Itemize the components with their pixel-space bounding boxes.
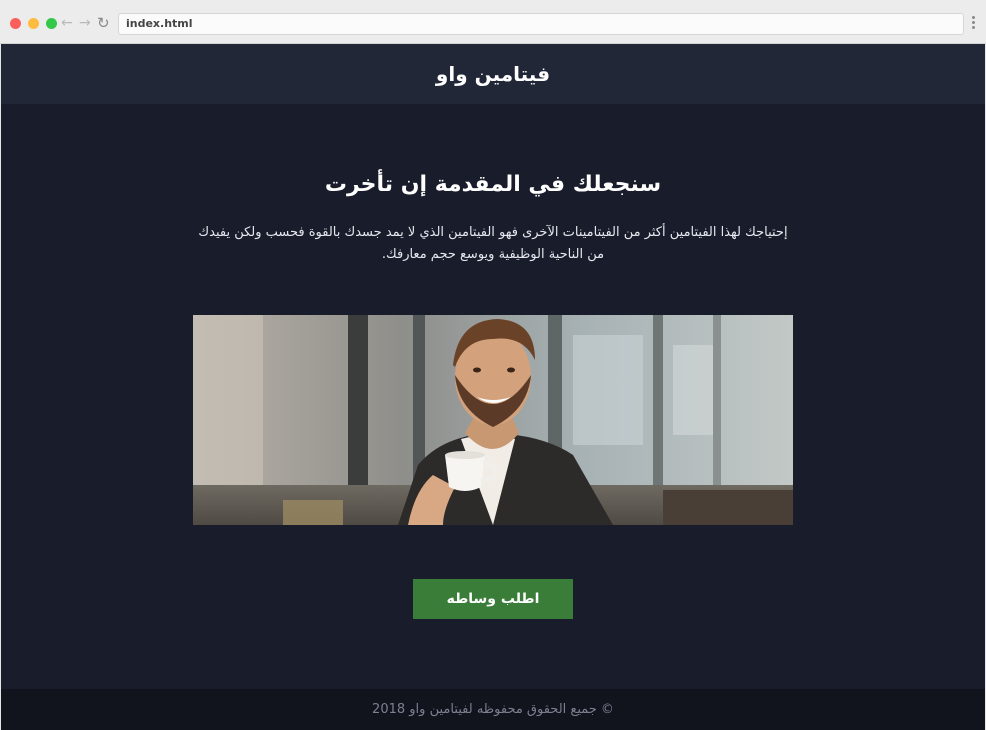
- minimize-window-button[interactable]: [28, 18, 39, 29]
- hero-headline: سنجعلك في المقدمة إن تأخرت: [324, 172, 662, 197]
- browser-chrome: ← → ↻ index.html: [0, 0, 986, 44]
- forward-arrow-icon[interactable]: →: [79, 13, 91, 33]
- address-bar[interactable]: index.html: [118, 13, 964, 35]
- hero-description: إحتياجك لهذا الفيتامين أكثر من الفيتامين…: [198, 225, 788, 262]
- hero-photo: [193, 315, 793, 525]
- back-arrow-icon[interactable]: ←: [61, 13, 73, 33]
- site-title: فيتامين واو: [435, 62, 551, 86]
- reload-icon[interactable]: ↻: [97, 13, 110, 33]
- businessman-with-coffee-image: [193, 315, 793, 525]
- maximize-window-button[interactable]: [46, 18, 57, 29]
- copyright-text: جميع الحقوق محفوظه لفيتامين واو 2018 ©: [372, 702, 614, 717]
- site-footer: جميع الحقوق محفوظه لفيتامين واو 2018 ©: [1, 689, 985, 730]
- kebab-menu-icon[interactable]: [972, 16, 976, 31]
- page-viewport: فيتامين واو سنجعلك في المقدمة إن تأخرت إ…: [1, 44, 985, 730]
- site-header: فيتامين واو: [1, 44, 985, 104]
- close-window-button[interactable]: [10, 18, 21, 29]
- request-wasta-button[interactable]: اطلب وساطه: [413, 579, 573, 619]
